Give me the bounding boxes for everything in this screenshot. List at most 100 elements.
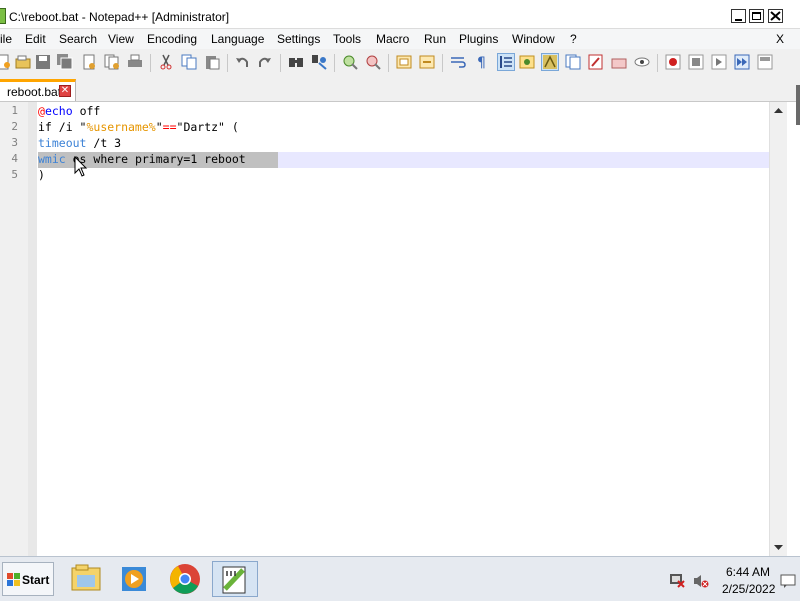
code-line-1[interactable]: @echo off (38, 103, 100, 119)
taskbar-chrome[interactable] (162, 561, 208, 597)
replace-button[interactable] (310, 53, 328, 71)
toolbar: ¶ (0, 49, 800, 77)
code-token: off (72, 104, 101, 118)
replace-icon (312, 55, 327, 70)
minimize-button[interactable] (731, 9, 746, 23)
code-token: wmic (38, 152, 66, 166)
paste-button[interactable] (203, 53, 221, 71)
undo-icon (236, 57, 248, 67)
scroll-down-button[interactable] (770, 539, 787, 556)
taskbar-file-explorer[interactable] (63, 561, 109, 597)
clock-date[interactable]: 2/25/2022 (722, 582, 775, 596)
close-file-button[interactable] (80, 53, 98, 71)
close-all-icon (104, 54, 119, 70)
code-token: echo (44, 104, 73, 118)
menu-plugins[interactable]: Plugins (459, 32, 498, 46)
save-macro-icon (757, 54, 773, 70)
print-button[interactable] (126, 53, 144, 71)
taskbar-media-player[interactable] (111, 561, 157, 597)
menu-encoding[interactable]: Encoding (147, 32, 197, 46)
menu-help[interactable]: ? (570, 32, 577, 46)
folder-workspace-button[interactable] (587, 53, 605, 71)
code-line-3[interactable]: timeout /t 3 (38, 135, 121, 151)
code-token: "Dartz" ( (176, 120, 239, 134)
tab-close-button[interactable]: ✕ (59, 85, 71, 97)
open-folder-icon (611, 58, 627, 69)
taskbar-notepadpp[interactable] (212, 561, 258, 597)
copy-icon (181, 54, 197, 70)
indent-guide-icon (500, 56, 512, 68)
menu-edit[interactable]: Edit (25, 32, 46, 46)
play-macro-icon (711, 54, 727, 70)
menu-macro[interactable]: Macro (376, 32, 409, 46)
menu-window[interactable]: Window (512, 32, 555, 46)
menu-view[interactable]: View (108, 32, 134, 46)
line-number: 4 (11, 152, 18, 165)
code-line-5[interactable]: ) (38, 167, 45, 183)
open-folder-button[interactable] (610, 53, 628, 71)
word-wrap-button[interactable] (449, 53, 467, 71)
menu-language[interactable]: Language (211, 32, 264, 46)
zoom-in-button[interactable] (341, 53, 359, 71)
vertical-scrollbar[interactable] (769, 102, 787, 556)
close-all-button[interactable] (103, 53, 121, 71)
indent-guide-button[interactable] (497, 53, 515, 71)
new-file-button[interactable] (0, 53, 12, 71)
show-all-chars-button[interactable]: ¶ (472, 53, 490, 71)
function-list-icon (565, 54, 581, 70)
action-center-icon[interactable] (780, 573, 796, 589)
stop-record-button[interactable] (687, 53, 705, 71)
sync-horizontal-button[interactable] (418, 53, 436, 71)
tab-reboot-bat[interactable]: reboot.bat ✕ (0, 79, 76, 101)
user-lang-button[interactable] (518, 53, 536, 71)
undo-button[interactable] (233, 53, 251, 71)
window-border (787, 102, 800, 556)
close-document-button[interactable]: X (776, 32, 784, 46)
maximize-button[interactable] (749, 9, 764, 23)
toolbar-separator (227, 54, 228, 72)
chevron-up-icon (774, 108, 783, 113)
folder-workspace-icon (588, 54, 603, 70)
redo-icon (259, 57, 271, 67)
code-line-2[interactable]: if /i "%username%"=="Dartz" ( (38, 119, 239, 135)
menu-run[interactable]: Run (424, 32, 446, 46)
run-macro-multiple-button[interactable] (733, 53, 751, 71)
sync-vertical-button[interactable] (395, 53, 413, 71)
sync-vertical-icon (396, 55, 412, 69)
editor-pane[interactable]: 1 2 3 4 5 @echo off if /i "%username%"==… (0, 102, 769, 556)
monitoring-button[interactable] (633, 53, 651, 71)
code-line-4[interactable]: wmic os where primary=1 reboot (38, 151, 246, 167)
find-button[interactable] (287, 53, 305, 71)
redo-button[interactable] (256, 53, 274, 71)
background-window-edge (796, 85, 800, 125)
clock-time[interactable]: 6:44 AM (726, 565, 770, 579)
start-button[interactable]: Start (2, 562, 54, 596)
scroll-up-button[interactable] (770, 102, 787, 119)
copy-button[interactable] (180, 53, 198, 71)
monitoring-icon (634, 57, 650, 67)
save-all-button[interactable] (56, 53, 74, 71)
save-button[interactable] (34, 53, 52, 71)
open-file-button[interactable] (14, 53, 32, 71)
network-disconnected-icon[interactable] (668, 571, 686, 589)
play-macro-button[interactable] (710, 53, 728, 71)
fold-margin[interactable] (28, 102, 37, 556)
doc-map-button[interactable] (541, 53, 559, 71)
record-macro-button[interactable] (664, 53, 682, 71)
record-macro-icon (665, 54, 681, 70)
menu-file[interactable]: ile (0, 32, 12, 46)
window-title: C:\reboot.bat - Notepad++ [Administrator… (9, 10, 230, 24)
menu-tools[interactable]: Tools (333, 32, 361, 46)
taskbar: Start 6:44 AM 2/25/2022 (0, 556, 800, 601)
function-list-button[interactable] (564, 53, 582, 71)
zoom-out-button[interactable] (364, 53, 382, 71)
close-window-button[interactable] (768, 9, 783, 23)
menu-settings[interactable]: Settings (277, 32, 320, 46)
toolbar-separator (657, 54, 658, 72)
toolbar-separator (442, 54, 443, 72)
volume-muted-icon[interactable] (693, 573, 709, 589)
user-lang-icon (519, 55, 535, 69)
menu-search[interactable]: Search (59, 32, 97, 46)
save-macro-button[interactable] (756, 53, 774, 71)
cut-button[interactable] (157, 53, 175, 71)
